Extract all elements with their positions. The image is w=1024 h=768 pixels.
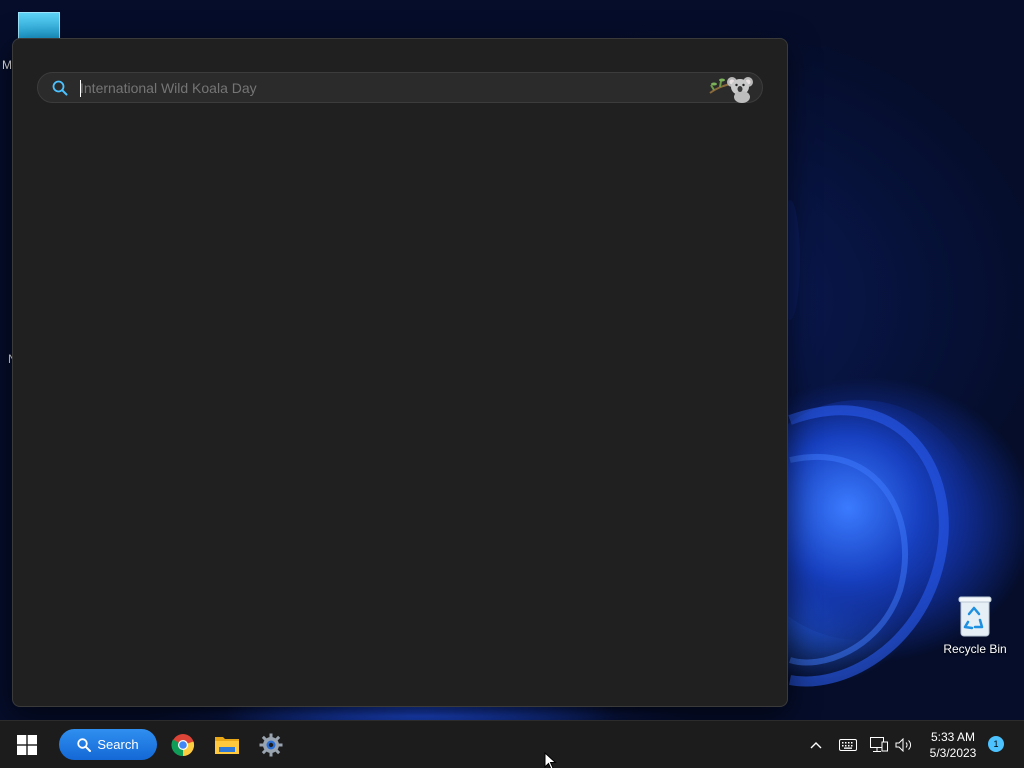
clock-time: 5:33 AM bbox=[930, 730, 976, 744]
notification-badge[interactable]: 1 bbox=[988, 736, 1004, 752]
tray-keyboard-button[interactable] bbox=[837, 721, 859, 768]
tray-network-button[interactable] bbox=[868, 721, 890, 768]
tray-overflow-button[interactable] bbox=[806, 721, 826, 768]
folder-icon bbox=[215, 737, 239, 754]
keyboard-icon bbox=[839, 739, 857, 751]
taskbar-app-settings[interactable] bbox=[255, 729, 287, 761]
clock-date: 5/3/2023 bbox=[929, 746, 977, 760]
taskbar-app-file-explorer[interactable] bbox=[211, 729, 243, 761]
search-panel bbox=[12, 38, 788, 707]
search-icon bbox=[52, 80, 68, 96]
gear-icon bbox=[259, 733, 283, 757]
start-button[interactable] bbox=[11, 729, 43, 761]
windows-start-icon bbox=[17, 735, 37, 755]
taskbar-clock[interactable]: 5:33 AM 5/3/2023 bbox=[922, 729, 984, 761]
taskbar-app-chrome[interactable] bbox=[167, 729, 199, 761]
taskbar-search-button[interactable]: Search bbox=[59, 729, 157, 760]
taskbar-search-label: Search bbox=[97, 737, 139, 752]
text-caret bbox=[80, 80, 81, 97]
volume-icon bbox=[895, 738, 911, 752]
recycle-bin[interactable]: Recycle Bin bbox=[940, 594, 1010, 656]
koala-icon[interactable] bbox=[708, 73, 754, 103]
chrome-icon bbox=[171, 734, 195, 757]
mouse-cursor-icon bbox=[544, 752, 557, 768]
search-box[interactable] bbox=[37, 72, 763, 103]
recycle-bin-icon bbox=[958, 594, 992, 638]
chevron-up-icon bbox=[810, 742, 822, 749]
search-icon bbox=[77, 737, 92, 752]
network-icon bbox=[870, 737, 888, 752]
tray-volume-button[interactable] bbox=[893, 721, 915, 768]
desktop-shortcut-icon[interactable] bbox=[18, 12, 60, 40]
taskbar: Search 5:33 AM 5/3/2023 bbox=[0, 720, 1024, 768]
desktop-icon-label: M bbox=[2, 58, 12, 72]
search-input[interactable] bbox=[80, 77, 700, 99]
recycle-bin-label: Recycle Bin bbox=[943, 642, 1007, 656]
